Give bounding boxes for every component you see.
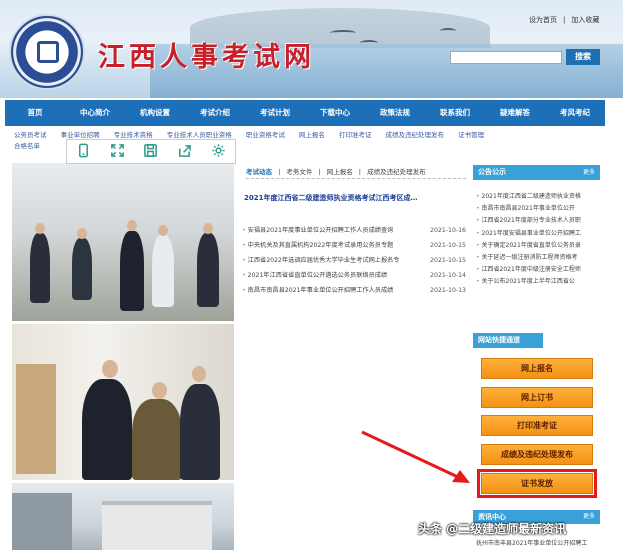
list-item[interactable]: 抚州市南丰县2021年事业单位公开招聘工 xyxy=(476,538,587,547)
info-more-link[interactable]: 更多 xyxy=(583,510,595,524)
watermark: 头条 @二级建造师最新资讯 xyxy=(418,522,567,536)
red-arrow-annotation xyxy=(361,430,470,483)
